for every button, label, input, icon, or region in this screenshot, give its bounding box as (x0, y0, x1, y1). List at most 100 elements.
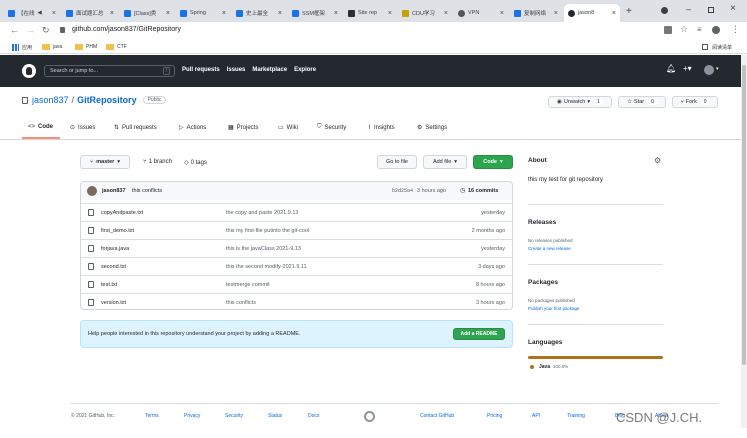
repo-tab-actions[interactable]: ▷ Actions (179, 124, 206, 132)
back-icon[interactable]: ← (10, 25, 19, 35)
footer-status-link[interactable]: Status (268, 413, 282, 419)
tab-close-icon[interactable]: × (612, 10, 616, 17)
tab-close-icon[interactable]: × (110, 10, 114, 17)
file-name-link[interactable]: test.txt (101, 282, 226, 288)
bookmark-ctf[interactable]: CTF (117, 44, 127, 50)
maximize-icon[interactable] (708, 7, 714, 13)
code-dropdown-button[interactable]: Code ▾ (473, 155, 513, 169)
table-row[interactable]: test.txt testmerge commit 8 hours ago (80, 275, 513, 293)
scrollbar-thumb[interactable] (742, 65, 746, 365)
apps-grid-icon[interactable] (12, 44, 19, 51)
browser-tab[interactable]: VPN × (454, 4, 508, 22)
repo-tab-wiki[interactable]: ▭ Wiki (278, 124, 298, 132)
browser-tab[interactable]: 复制网络 × (510, 4, 562, 22)
footer-pricing-link[interactable]: Pricing (487, 413, 502, 419)
packages-heading[interactable]: Packages (528, 279, 558, 286)
repo-tab-security[interactable]: ⛉ Security (317, 124, 346, 131)
bookmark-star-icon[interactable]: ☆ (680, 24, 688, 35)
tab-close-icon[interactable]: × (388, 10, 392, 17)
minimize-icon[interactable]: – (686, 4, 691, 14)
tab-close-icon[interactable]: × (334, 10, 338, 17)
author-avatar[interactable] (87, 186, 97, 196)
table-row[interactable]: second.txt this the second modify-2021.9… (80, 257, 513, 275)
add-readme-button[interactable]: Add a README (453, 328, 505, 340)
table-row[interactable]: forjava.java this is the javaClass 2021-… (80, 239, 513, 257)
create-release-link[interactable]: Create a new release (528, 246, 571, 251)
user-avatar[interactable] (704, 65, 714, 75)
chevron-down-icon[interactable]: ▾ (716, 66, 719, 72)
repo-tab-insights[interactable]: ⌇ Insights (368, 124, 395, 132)
reload-icon[interactable]: ↻ (42, 25, 50, 36)
repo-owner-link[interactable]: jason837 (32, 95, 69, 105)
file-commit-message[interactable]: testmerge commit (226, 282, 476, 288)
bookmark-apps[interactable]: 应用 (22, 44, 32, 51)
commits-count-link[interactable]: 16 commits (468, 188, 498, 194)
file-name-link[interactable]: second.txt (101, 264, 226, 270)
browser-tab[interactable]: Site rep × (344, 4, 396, 22)
file-name-link[interactable]: version.txt (101, 300, 226, 306)
bookmark-java[interactable]: java (53, 44, 62, 50)
fork-button[interactable]: ⑂ Fork 0 (672, 96, 718, 108)
table-row[interactable]: first_demo.txt this my first-file putint… (80, 221, 513, 239)
file-commit-message[interactable]: this my first-file putinto the git-cool (226, 228, 472, 234)
browser-tab[interactable]: [Class]类 × (120, 4, 174, 22)
notification-bell-icon[interactable]: 🔔︎ (666, 64, 676, 73)
footer-api-link[interactable]: API (532, 413, 540, 419)
repo-tab-settings[interactable]: ⚙ Settings (417, 124, 447, 132)
commit-author-link[interactable]: jason837 (102, 188, 126, 194)
gear-icon[interactable]: ⚙ (654, 156, 661, 165)
page-scrollbar[interactable] (741, 55, 747, 428)
browser-tab[interactable]: Spring × (176, 4, 230, 22)
footer-privacy-link[interactable]: Privacy (184, 413, 200, 419)
close-window-icon[interactable]: × (730, 3, 736, 14)
branch-select-button[interactable]: ⑂ master ▾ (80, 155, 130, 169)
tab-close-icon[interactable]: × (554, 10, 558, 17)
tab-search-icon[interactable] (661, 7, 668, 14)
language-name[interactable]: Java (539, 364, 550, 370)
create-new-icon[interactable]: +▾ (683, 64, 692, 73)
search-input[interactable]: Search or jump to... / (44, 65, 175, 77)
tab-close-icon[interactable]: × (166, 10, 170, 17)
github-logo-icon[interactable] (22, 64, 36, 78)
browser-tab[interactable]: 面试题汇总 × (62, 4, 118, 22)
file-commit-message[interactable]: the copy and paste 2021.9.13 (226, 210, 481, 216)
footer-training-link[interactable]: Training (567, 413, 585, 419)
browser-tab[interactable]: 史上最全 × (232, 4, 286, 22)
table-row[interactable]: version.txt this conflicts 3 hours ago (80, 293, 513, 311)
footer-security-link[interactable]: Security (225, 413, 243, 419)
tags-link[interactable]: ◇ 0 tags (184, 159, 207, 167)
browser-tab[interactable]: SSM框架 × (288, 4, 342, 22)
tab-close-icon[interactable]: × (278, 10, 282, 17)
nav-explore[interactable]: Explore (294, 67, 316, 73)
releases-heading[interactable]: Releases (528, 219, 556, 226)
bookmark-phm[interactable]: PHM (86, 44, 97, 50)
profile-avatar-icon[interactable] (712, 26, 720, 34)
browser-tab[interactable]: 【在线 ◀ × (4, 4, 60, 22)
table-row[interactable]: copyAndpaste.txt the copy and paste 2021… (80, 203, 513, 221)
file-name-link[interactable]: first_demo.txt (101, 228, 226, 234)
footer-docs-link[interactable]: Docs (308, 413, 319, 419)
file-commit-message[interactable]: this conflicts (226, 300, 476, 306)
translate-icon[interactable] (664, 26, 672, 34)
menu-kebab-icon[interactable]: ⋮ (731, 24, 740, 35)
footer-contact-link[interactable]: Contact GitHub (420, 413, 454, 419)
file-name-link[interactable]: forjava.java (101, 246, 226, 252)
repo-tab-issues[interactable]: ⊙ Issues (70, 124, 95, 132)
reading-list-button[interactable]: 阅读清单 (712, 44, 732, 51)
github-mark-icon[interactable] (364, 411, 375, 422)
tab-close-icon[interactable]: × (52, 10, 56, 17)
tab-close-icon[interactable]: × (222, 10, 226, 17)
publish-package-link[interactable]: Publish your first package (528, 306, 580, 311)
file-commit-message[interactable]: this is the javaClass 2021-9.13 (226, 246, 481, 252)
repo-name-link[interactable]: GitRepository (77, 95, 137, 105)
nav-pull-requests[interactable]: Pull requests (182, 67, 220, 73)
browser-tab[interactable]: CDU学习 × (398, 4, 452, 22)
branches-link[interactable]: ⑂ 1 branch (143, 159, 172, 165)
nav-issues[interactable]: Issues (227, 67, 246, 73)
go-to-file-button[interactable]: Go to file (377, 155, 417, 169)
add-file-button[interactable]: Add file ▾ (423, 155, 467, 169)
file-name-link[interactable]: copyAndpaste.txt (101, 210, 226, 216)
tab-close-icon[interactable]: × (444, 10, 448, 17)
commit-hash-link[interactable]: b2d25a4 (392, 188, 413, 194)
footer-terms-link[interactable]: Terms (145, 413, 159, 419)
